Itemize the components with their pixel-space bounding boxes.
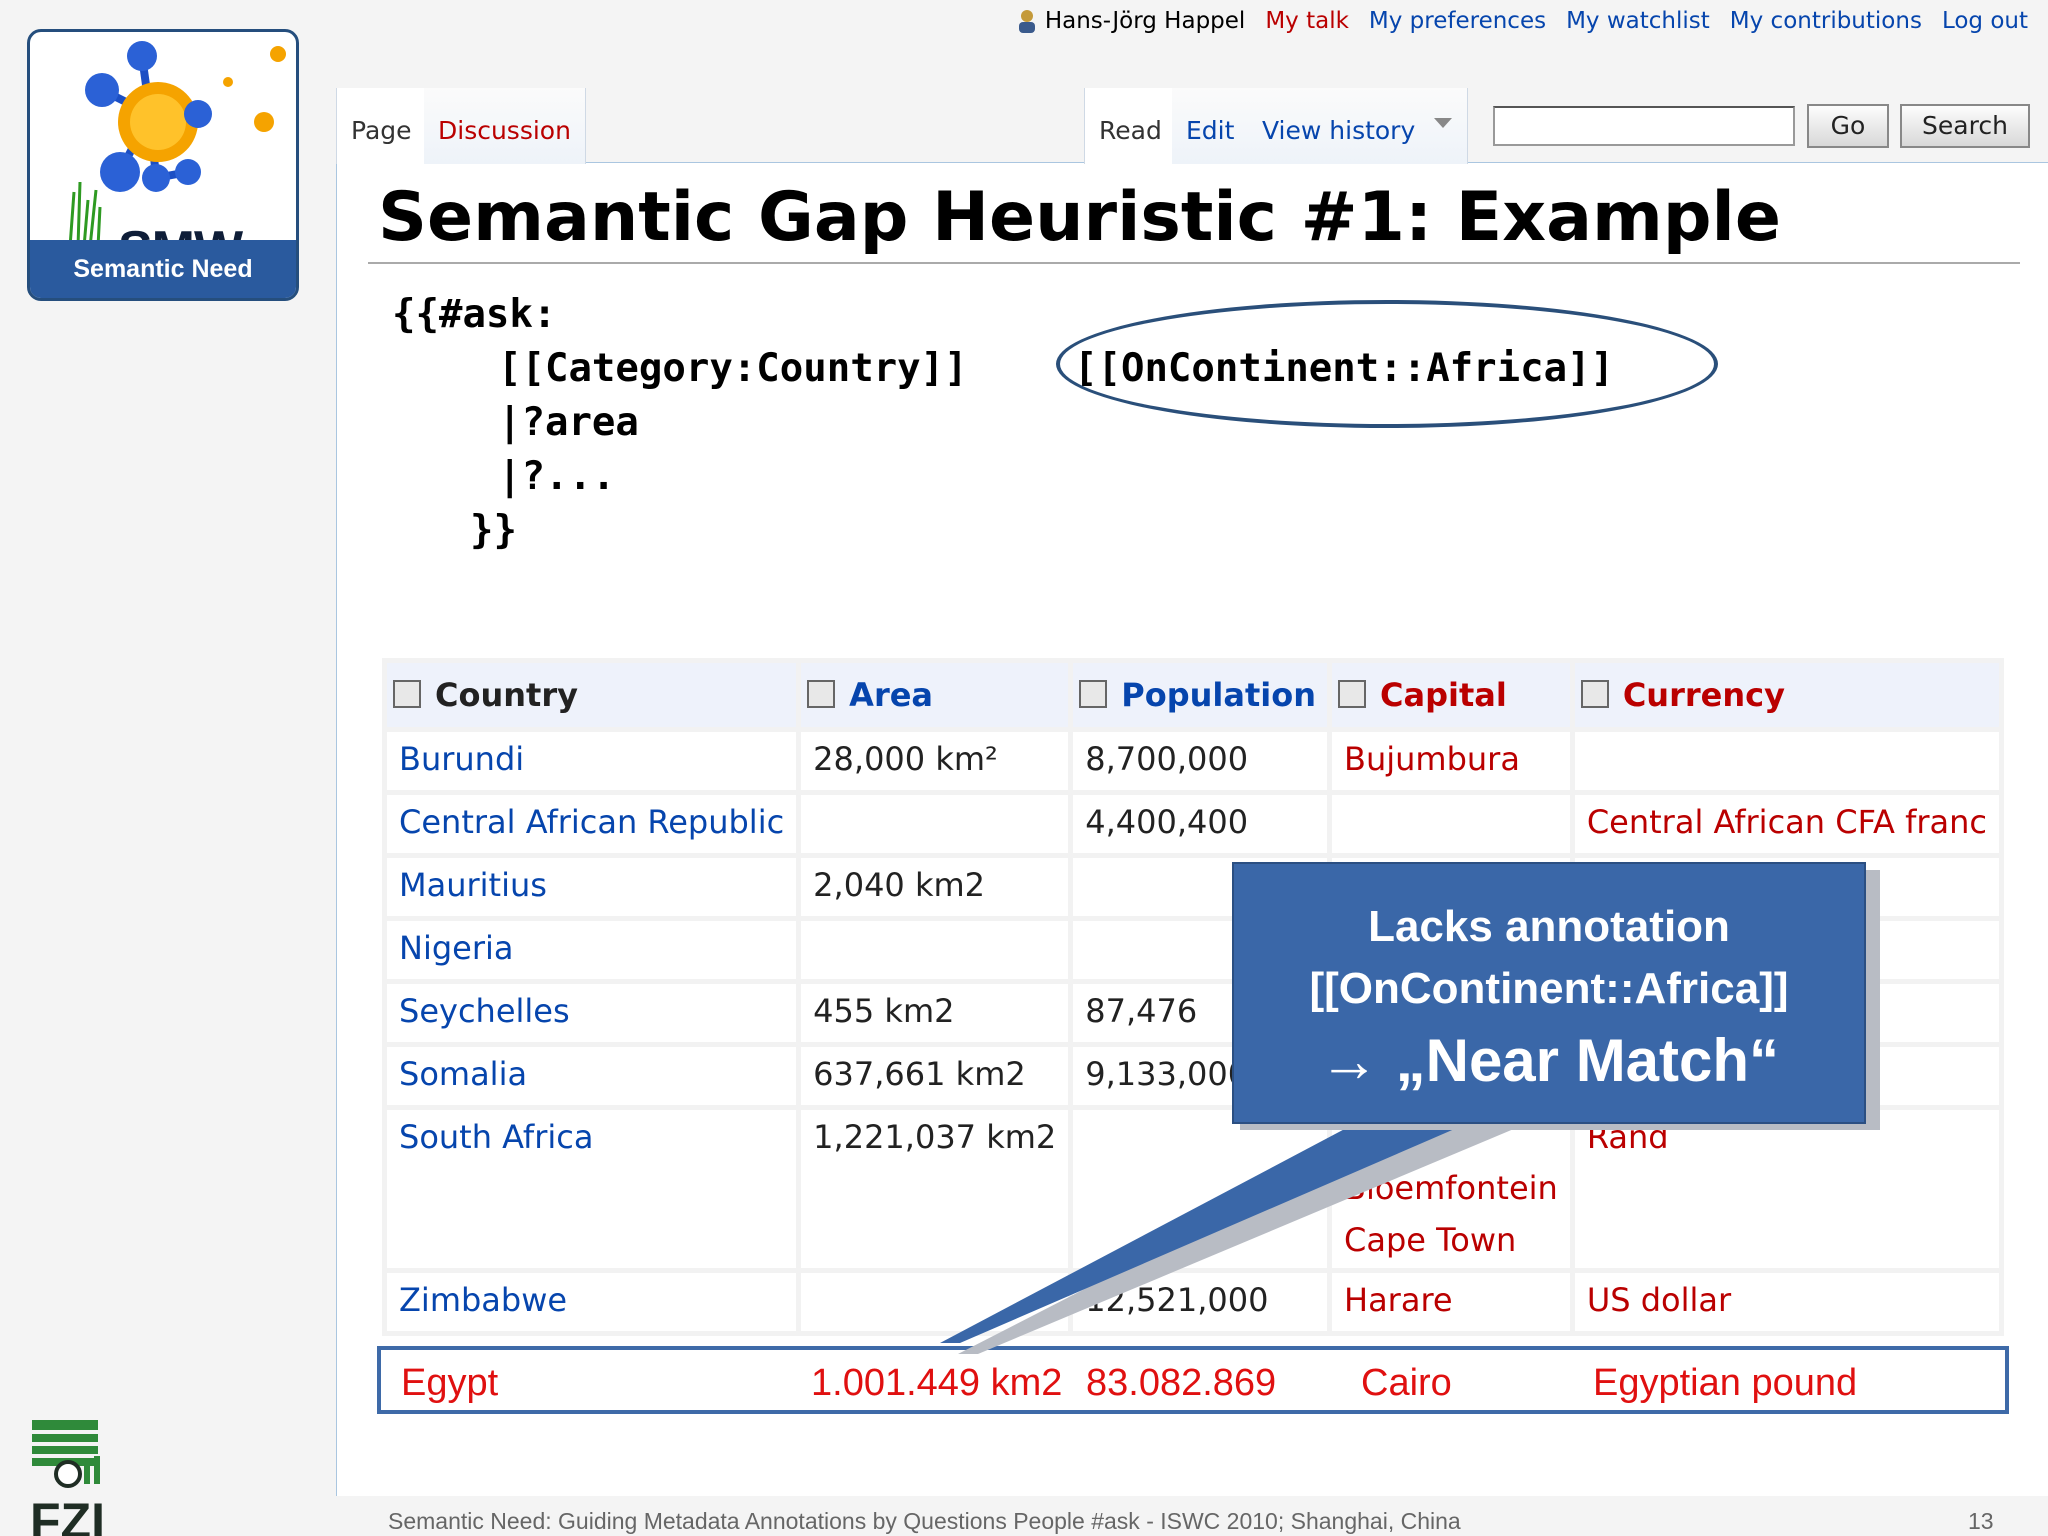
callout-line-1: Lacks annotation bbox=[1368, 902, 1730, 951]
cell-area: 637,661 km2 bbox=[801, 1047, 1069, 1105]
cell-currency[interactable]: Central African CFA franc bbox=[1574, 795, 1999, 853]
annotation-callout: Lacks annotation [[OnContinent::Africa]]… bbox=[1232, 862, 1866, 1124]
slide-footer: Semantic Need: Guiding Metadata Annotati… bbox=[388, 1508, 1461, 1534]
title-divider bbox=[368, 262, 2020, 264]
cell-population: 12,521,000 bbox=[1073, 1273, 1327, 1331]
tab-page[interactable]: Page bbox=[336, 88, 426, 164]
cell-population: 8,700,000 bbox=[1073, 732, 1327, 790]
table-row: Burundi 28,000 km² 8,700,000 Bujumbura bbox=[387, 732, 1999, 790]
sort-icon[interactable] bbox=[393, 680, 421, 708]
egypt-row-highlight: Egypt 1.001.449 km2 83.082.869 Cairo Egy… bbox=[377, 1346, 2009, 1414]
log-out-link[interactable]: Log out bbox=[1942, 8, 2028, 34]
my-preferences-link[interactable]: My preferences bbox=[1369, 8, 1546, 34]
egypt-capital: Cairo bbox=[1361, 1362, 1452, 1404]
cell-country[interactable]: Central African Republic bbox=[387, 795, 797, 853]
my-contributions-link[interactable]: My contributions bbox=[1730, 8, 1922, 34]
column-header-capital[interactable]: Capital bbox=[1332, 663, 1570, 727]
table-row: South Africa 1,221,037 km2 Pretoria Bloe… bbox=[387, 1110, 1999, 1268]
query-line-ask: {{#ask: bbox=[392, 292, 557, 337]
chevron-down-icon bbox=[1434, 118, 1452, 128]
sort-icon[interactable] bbox=[1079, 680, 1108, 708]
query-line-category: [[Category:Country]] bbox=[498, 346, 968, 391]
egypt-population: 83.082.869 bbox=[1086, 1362, 1277, 1404]
cell-area bbox=[801, 1273, 1069, 1331]
search-input[interactable] bbox=[1493, 106, 1795, 146]
cell-currency[interactable]: US dollar bbox=[1574, 1273, 1999, 1331]
cell-area: 2,040 km2 bbox=[801, 858, 1069, 916]
cell-capital: Pretoria Bloemfontein Cape Town bbox=[1332, 1110, 1570, 1268]
callout-line-3: → „Near Match“ bbox=[1318, 1027, 1780, 1094]
query-line-close: }} bbox=[470, 508, 517, 553]
column-header-area[interactable]: Area bbox=[801, 663, 1069, 727]
search-button[interactable]: Search bbox=[1900, 104, 2030, 148]
column-header-country[interactable]: Country bbox=[387, 663, 797, 727]
cell-country[interactable]: Nigeria bbox=[387, 921, 797, 979]
smw-logo[interactable]: SMW Semantic Need bbox=[27, 29, 299, 301]
table-row: Central African Republic 4,400,400 Centr… bbox=[387, 795, 1999, 853]
cell-country[interactable]: South Africa bbox=[387, 1110, 797, 1268]
table-header-row: Country Area Population Capital Currency bbox=[387, 663, 1999, 727]
cell-area bbox=[801, 921, 1069, 979]
user-link[interactable]: Hans-Jörg Happel bbox=[1017, 8, 1245, 34]
user-name: Hans-Jörg Happel bbox=[1044, 8, 1246, 34]
sidebar: SMW Semantic Need FZI bbox=[0, 0, 336, 1536]
capital-link[interactable]: Bloemfontein bbox=[1344, 1162, 1558, 1214]
cell-country[interactable]: Somalia bbox=[387, 1047, 797, 1105]
sort-icon[interactable] bbox=[1338, 680, 1366, 708]
cell-population: 4,400,400 bbox=[1073, 795, 1327, 853]
user-icon bbox=[1018, 10, 1035, 33]
cell-capital[interactable] bbox=[1332, 795, 1570, 853]
cell-country[interactable]: Mauritius bbox=[387, 858, 797, 916]
tab-edit[interactable]: Edit bbox=[1172, 88, 1250, 164]
egypt-currency: Egyptian pound bbox=[1593, 1362, 1858, 1404]
query-line-area: |?area bbox=[498, 400, 639, 445]
query-line-more: |?... bbox=[498, 454, 616, 499]
cell-country[interactable]: Seychelles bbox=[387, 984, 797, 1042]
my-watchlist-link[interactable]: My watchlist bbox=[1566, 8, 1710, 34]
more-actions-menu[interactable] bbox=[1420, 88, 1468, 164]
cell-area: 1,221,037 km2 bbox=[801, 1110, 1069, 1268]
sort-icon[interactable] bbox=[807, 680, 836, 708]
cell-population bbox=[1073, 1110, 1327, 1268]
callout-line-2: [[OnContinent::Africa]] bbox=[1309, 964, 1789, 1013]
cell-area: 455 km2 bbox=[801, 984, 1069, 1042]
cell-country[interactable]: Burundi bbox=[387, 732, 797, 790]
table-row: Zimbabwe 12,521,000 Harare US dollar bbox=[387, 1273, 1999, 1331]
cell-capital[interactable]: Harare bbox=[1332, 1273, 1570, 1331]
go-button[interactable]: Go bbox=[1807, 104, 1889, 148]
tab-read[interactable]: Read bbox=[1084, 88, 1176, 164]
cell-currency[interactable]: Rand bbox=[1574, 1110, 1999, 1268]
cell-area bbox=[801, 795, 1069, 853]
highlight-oval bbox=[1056, 300, 1718, 428]
column-header-currency[interactable]: Currency bbox=[1574, 663, 1999, 727]
fzi-logo-label: FZI bbox=[30, 1493, 105, 1536]
cell-capital[interactable]: Bujumbura bbox=[1332, 732, 1570, 790]
page-title: Semantic Gap Heuristic #1: Example bbox=[378, 178, 1781, 257]
egypt-country: Egypt bbox=[401, 1362, 499, 1404]
column-header-population[interactable]: Population bbox=[1073, 663, 1327, 727]
sort-icon[interactable] bbox=[1580, 680, 1609, 708]
tab-discussion[interactable]: Discussion bbox=[424, 88, 586, 164]
cell-area: 28,000 km² bbox=[801, 732, 1069, 790]
cell-currency[interactable] bbox=[1574, 732, 1999, 790]
slide-number: 13 bbox=[1968, 1508, 1994, 1534]
tab-view-history[interactable]: View history bbox=[1248, 88, 1431, 164]
egypt-area: 1.001.449 km2 bbox=[811, 1362, 1063, 1404]
personal-tools: Hans-Jörg Happel My talk My preferences … bbox=[1017, 8, 2028, 34]
my-talk-link[interactable]: My talk bbox=[1265, 8, 1349, 34]
cell-country[interactable]: Zimbabwe bbox=[387, 1273, 797, 1331]
logo-band-label: Semantic Need bbox=[30, 240, 296, 298]
capital-link[interactable]: Cape Town bbox=[1344, 1214, 1558, 1266]
